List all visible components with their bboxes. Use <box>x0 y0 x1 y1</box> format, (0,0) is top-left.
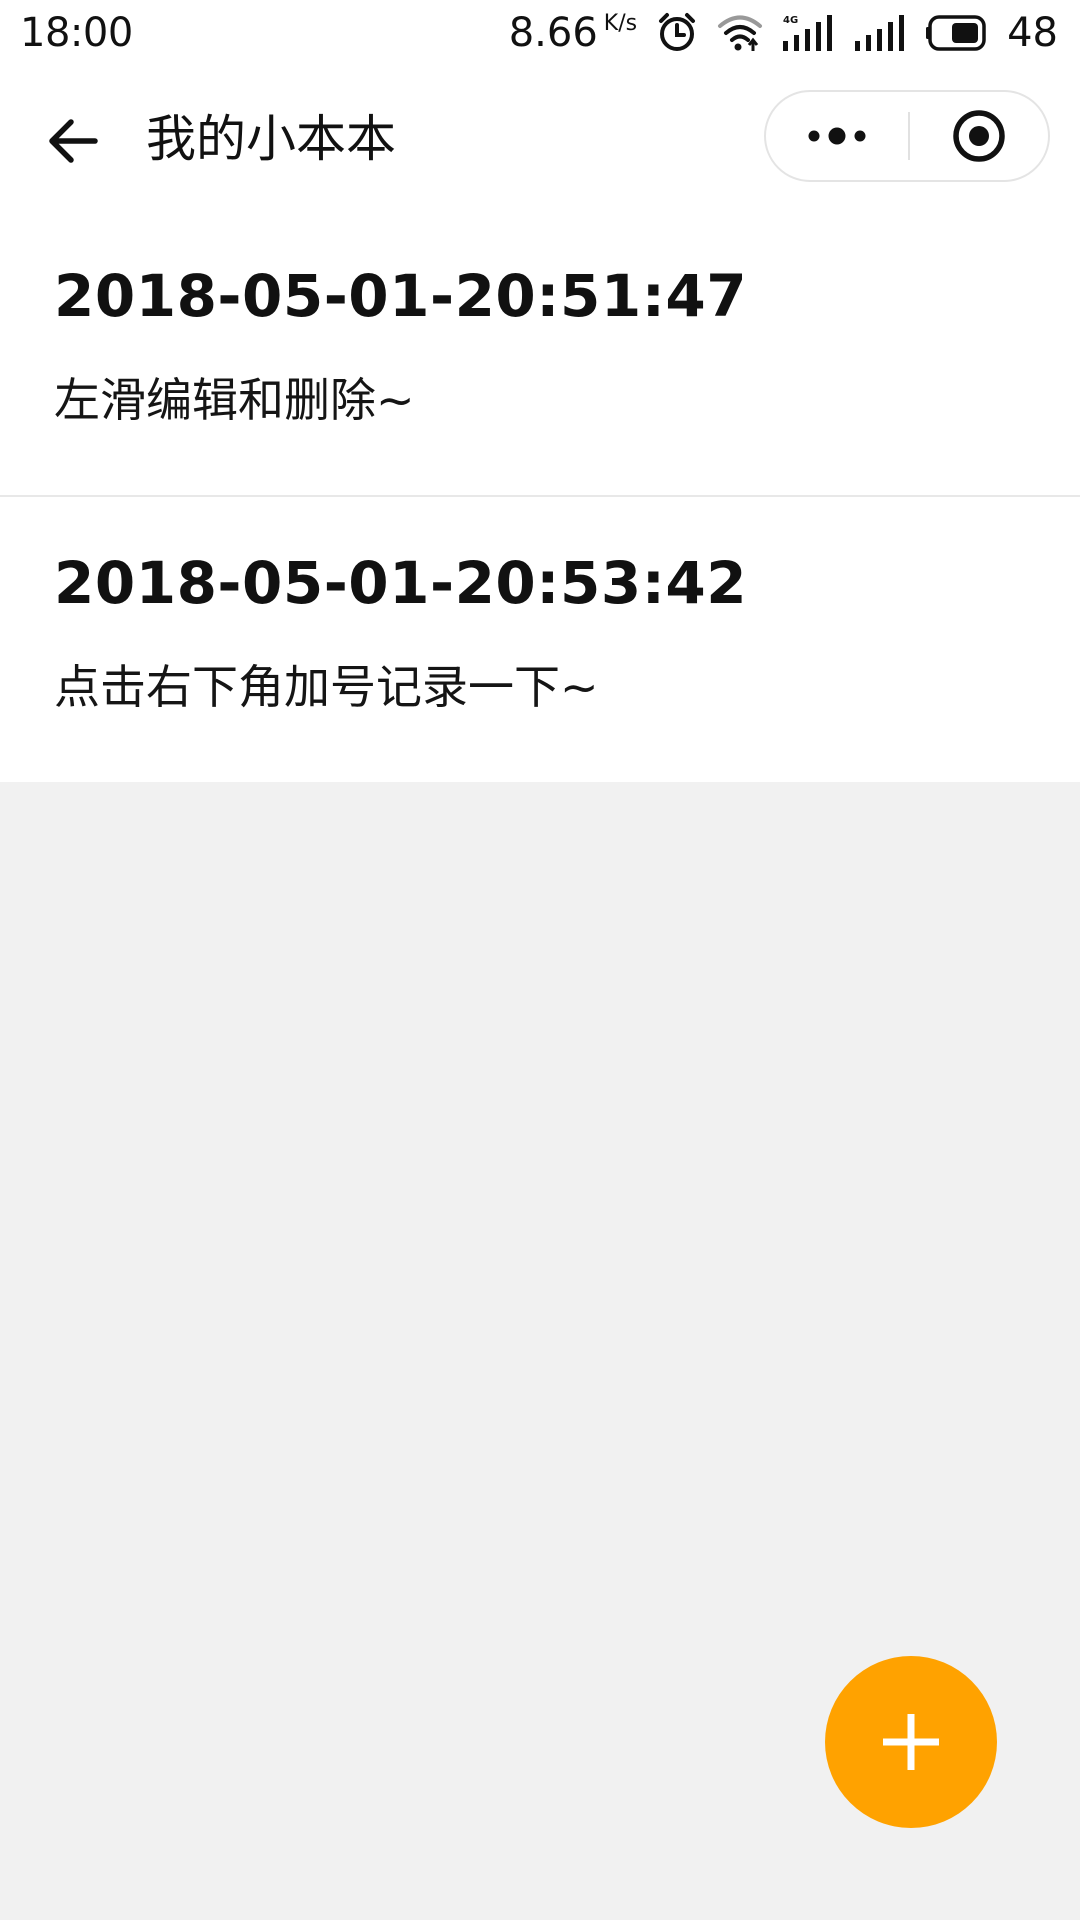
battery-level: 48 <box>1007 10 1058 56</box>
more-button[interactable] <box>766 92 908 180</box>
back-button[interactable] <box>40 108 106 174</box>
battery-icon <box>926 15 986 51</box>
close-button[interactable] <box>910 92 1048 180</box>
add-note-button[interactable] <box>825 1656 997 1828</box>
target-close-icon <box>953 110 1005 162</box>
page-title: 我的小本本 <box>146 110 396 168</box>
note-date: 2018-05-01-20:51:47 <box>54 262 748 330</box>
alarm-icon <box>659 13 696 51</box>
more-dots-icon <box>808 127 866 145</box>
status-indicators: 8.66 K/s 4G 48 <box>509 8 1058 58</box>
note-content: 左滑编辑和删除~ <box>54 373 415 427</box>
note-item[interactable]: 2018-05-01-20:53:42 点击右下角加号记录一下~ <box>0 497 1080 782</box>
plus-icon <box>883 1714 939 1770</box>
wifi-icon <box>718 15 763 51</box>
note-item[interactable]: 2018-05-01-20:51:47 左滑编辑和删除~ <box>0 212 1080 495</box>
note-content: 点击右下角加号记录一下~ <box>54 660 599 714</box>
svg-text:4G: 4G <box>783 15 798 26</box>
status-bar: 18:00 8.66 K/s 4G 48 <box>0 0 1080 66</box>
navigation-bar: 我的小本本 <box>0 66 1080 212</box>
network-speed-unit: K/s <box>603 11 638 36</box>
signal-4g-icon: 4G <box>783 15 833 51</box>
arrow-left-icon <box>49 119 98 163</box>
network-speed: 8.66 K/s <box>509 10 637 56</box>
signal-icon <box>855 15 905 51</box>
network-speed-value: 8.66 <box>508 10 598 56</box>
status-time: 18:00 <box>20 10 133 56</box>
mini-program-capsule <box>764 90 1050 182</box>
note-date: 2018-05-01-20:53:42 <box>54 549 748 617</box>
